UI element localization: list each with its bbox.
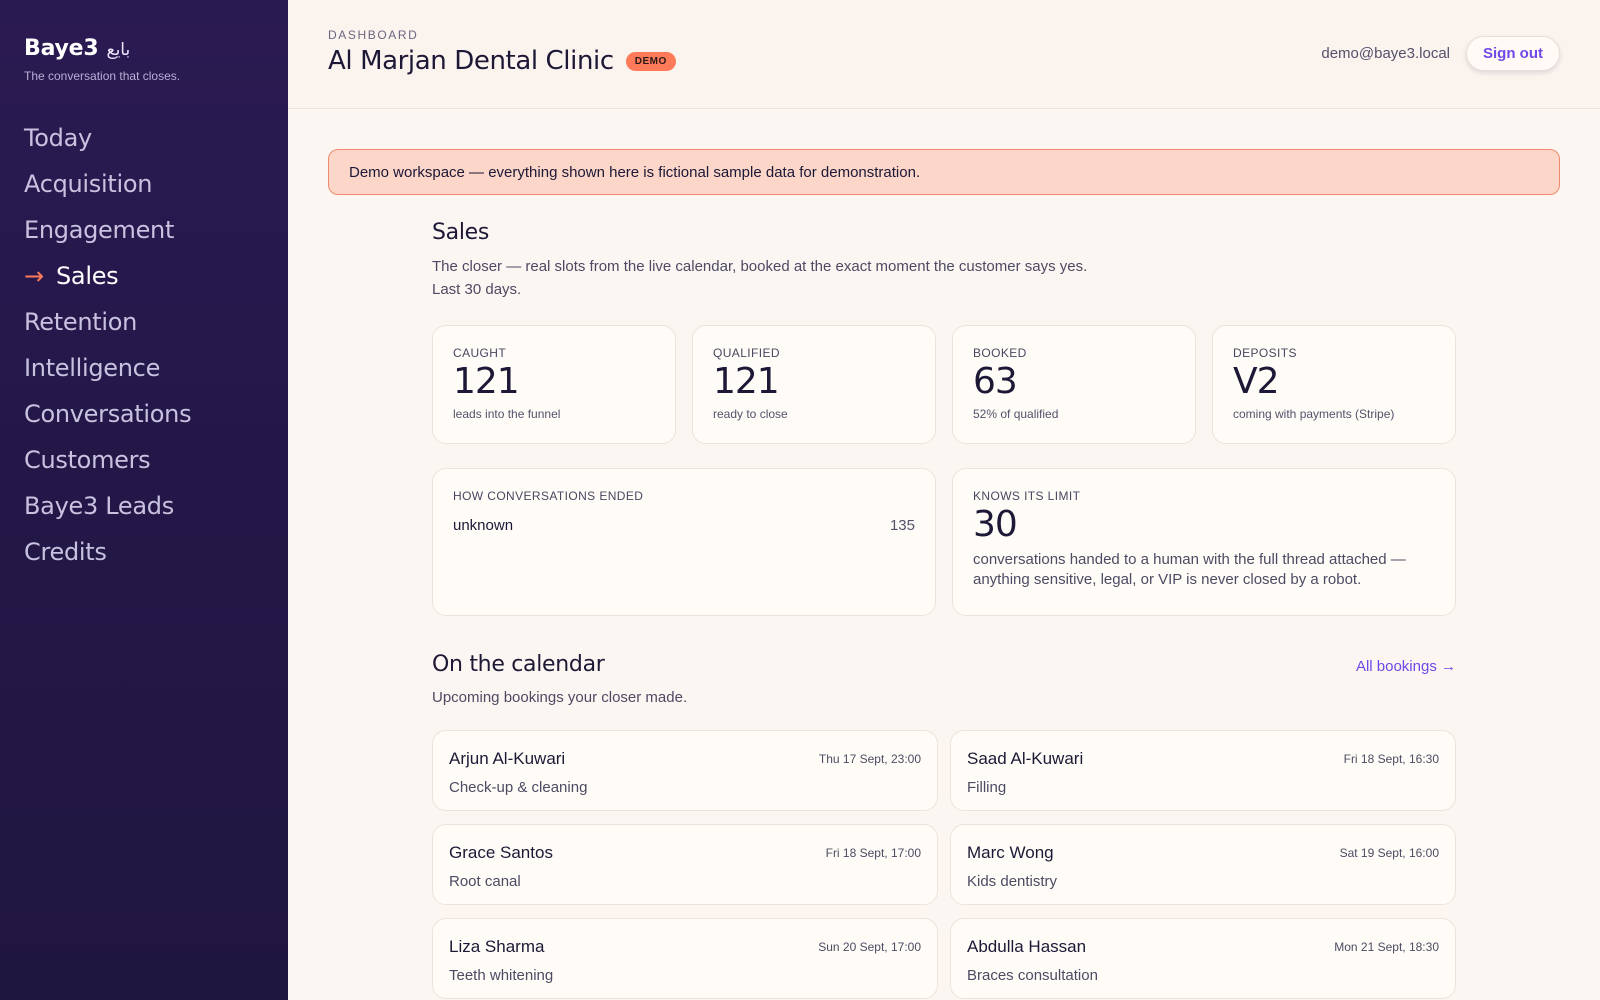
outcome-count: 135 (889, 517, 915, 534)
booking-card[interactable]: Grace Santos Root canal Fri 18 Sept, 17:… (432, 824, 938, 905)
knows-its-limit-card: KNOWS ITS LIMIT 30 conversations handed … (952, 468, 1456, 616)
section-description-text: The closer — real slots from the live ca… (432, 258, 1088, 275)
list-item: unknown 135 (453, 517, 915, 534)
booking-card[interactable]: Arjun Al-Kuwari Check-up & cleaning Thu … (432, 730, 938, 811)
sign-out-button[interactable]: Sign out (1466, 36, 1560, 71)
calendar-title: On the calendar (432, 652, 605, 677)
demo-banner: Demo workspace — everything shown here i… (328, 149, 1560, 195)
booking-service: Filling (967, 779, 1007, 796)
stat-subtext: leads into the funnel (453, 407, 561, 421)
booking-card[interactable]: Liza Sharma Teeth whitening Sun 20 Sept,… (432, 918, 938, 999)
stat-card-booked: BOOKED 63 52% of qualified (952, 325, 1196, 444)
arrow-right-icon: → (24, 262, 44, 290)
booking-time: Thu 17 Sept, 23:00 (818, 752, 921, 766)
stats-grid: CAUGHT 121 leads into the funnel QUALIFI… (432, 325, 1456, 444)
booking-service: Teeth whitening (449, 967, 554, 984)
booking-service: Braces consultation (967, 967, 1098, 984)
sidebar-item-intelligence[interactable]: Intelligence (24, 345, 288, 391)
brand[interactable]: Baye3 بايع (24, 36, 288, 61)
stat-subtext: coming with payments (Stripe) (1233, 407, 1395, 421)
sidebar-item-conversations[interactable]: Conversations (24, 391, 288, 437)
handoff-description: conversations handed to a human with the… (973, 551, 1406, 588)
demo-badge: DEMO (625, 51, 676, 71)
section-description: The closer — real slots from the live ca… (432, 255, 1456, 301)
booking-time: Sun 20 Sept, 17:00 (818, 940, 921, 954)
brand-name: Baye3 (24, 36, 99, 61)
sidebar-item-sales[interactable]: → Sales (24, 253, 288, 299)
stat-subtext: ready to close (713, 407, 788, 421)
sidebar-item-label: Retention (24, 308, 138, 336)
card-label: KNOWS ITS LIMIT (973, 489, 1081, 503)
sidebar-item-label: Sales (56, 262, 119, 290)
sidebar-item-label: Intelligence (24, 354, 161, 382)
stat-value: 121 (713, 361, 780, 402)
stat-label: DEPOSITS (1233, 346, 1297, 360)
sidebar-item-today[interactable]: Today (24, 115, 288, 161)
calendar-description: Upcoming bookings your closer made. (432, 689, 688, 706)
calendar-header: On the calendar All bookings → (432, 652, 1456, 677)
booking-card[interactable]: Abdulla Hassan Braces consultation Mon 2… (950, 918, 1456, 999)
sidebar-item-label: Credits (24, 538, 107, 566)
sidebar: Baye3 بايع The conversation that closes.… (0, 0, 288, 1000)
booking-card[interactable]: Saad Al-Kuwari Filling Fri 18 Sept, 16:3… (950, 730, 1456, 811)
brand-tagline: The conversation that closes. (24, 69, 181, 83)
booking-service: Root canal (449, 873, 521, 890)
sidebar-item-engagement[interactable]: Engagement (24, 207, 288, 253)
brand-arabic: بايع (106, 40, 131, 60)
stat-value: V2 (1233, 361, 1280, 402)
stat-card-deposits: DEPOSITS V2 coming with payments (Stripe… (1212, 325, 1456, 444)
sidebar-item-credits[interactable]: Credits (24, 529, 288, 575)
stat-label: QUALIFIED (713, 346, 780, 360)
booking-time: Fri 18 Sept, 16:30 (1343, 752, 1439, 766)
outcome-name: unknown (453, 517, 514, 534)
section-period: Last 30 days. (432, 281, 522, 298)
stat-value: 63 (973, 361, 1018, 402)
user-email: demo@baye3.local (1321, 45, 1450, 62)
page-title: Al Marjan Dental Clinic (328, 46, 614, 76)
conversations-ended-card: HOW CONVERSATIONS ENDED unknown 135 (432, 468, 936, 616)
sidebar-item-customers[interactable]: Customers (24, 437, 288, 483)
card-label: HOW CONVERSATIONS ENDED (453, 489, 644, 503)
booking-service: Kids dentistry (967, 873, 1058, 890)
sidebar-item-label: Today (24, 124, 92, 152)
sales-section: Sales The closer — real slots from the l… (432, 220, 1456, 999)
booking-time: Mon 21 Sept, 18:30 (1334, 940, 1439, 954)
all-bookings-link[interactable]: All bookings → (1356, 658, 1456, 675)
stat-value: 121 (453, 361, 520, 402)
page-header: DASHBOARD Al Marjan Dental Clinic DEMO d… (288, 0, 1600, 109)
booking-service: Check-up & cleaning (449, 779, 588, 796)
booking-time: Fri 18 Sept, 17:00 (825, 846, 921, 860)
sidebar-item-label: Baye3 Leads (24, 492, 174, 520)
sidebar-item-label: Customers (24, 446, 151, 474)
sidebar-item-label: Acquisition (24, 170, 153, 198)
header-actions: demo@baye3.local Sign out (1321, 36, 1560, 71)
sidebar-item-acquisition[interactable]: Acquisition (24, 161, 288, 207)
stat-label: BOOKED (973, 346, 1027, 360)
stat-card-qualified: QUALIFIED 121 ready to close (692, 325, 936, 444)
stat-subtext: 52% of qualified (973, 407, 1059, 421)
bookings-grid: Arjun Al-Kuwari Check-up & cleaning Thu … (432, 730, 1456, 999)
insights-row: HOW CONVERSATIONS ENDED unknown 135 KNOW… (432, 468, 1456, 616)
booking-time: Sat 19 Sept, 16:00 (1339, 846, 1439, 860)
sidebar-item-retention[interactable]: Retention (24, 299, 288, 345)
section-title: Sales (432, 220, 490, 245)
sidebar-item-baye3-leads[interactable]: Baye3 Leads (24, 483, 288, 529)
sidebar-nav: Today Acquisition Engagement → Sales Rete… (24, 115, 288, 575)
handoff-count: 30 (973, 504, 1018, 545)
stat-card-caught: CAUGHT 121 leads into the funnel (432, 325, 676, 444)
sidebar-item-label: Engagement (24, 216, 175, 244)
sidebar-item-label: Conversations (24, 400, 192, 428)
stat-label: CAUGHT (453, 346, 507, 360)
booking-card[interactable]: Marc Wong Kids dentistry Sat 19 Sept, 16… (950, 824, 1456, 905)
